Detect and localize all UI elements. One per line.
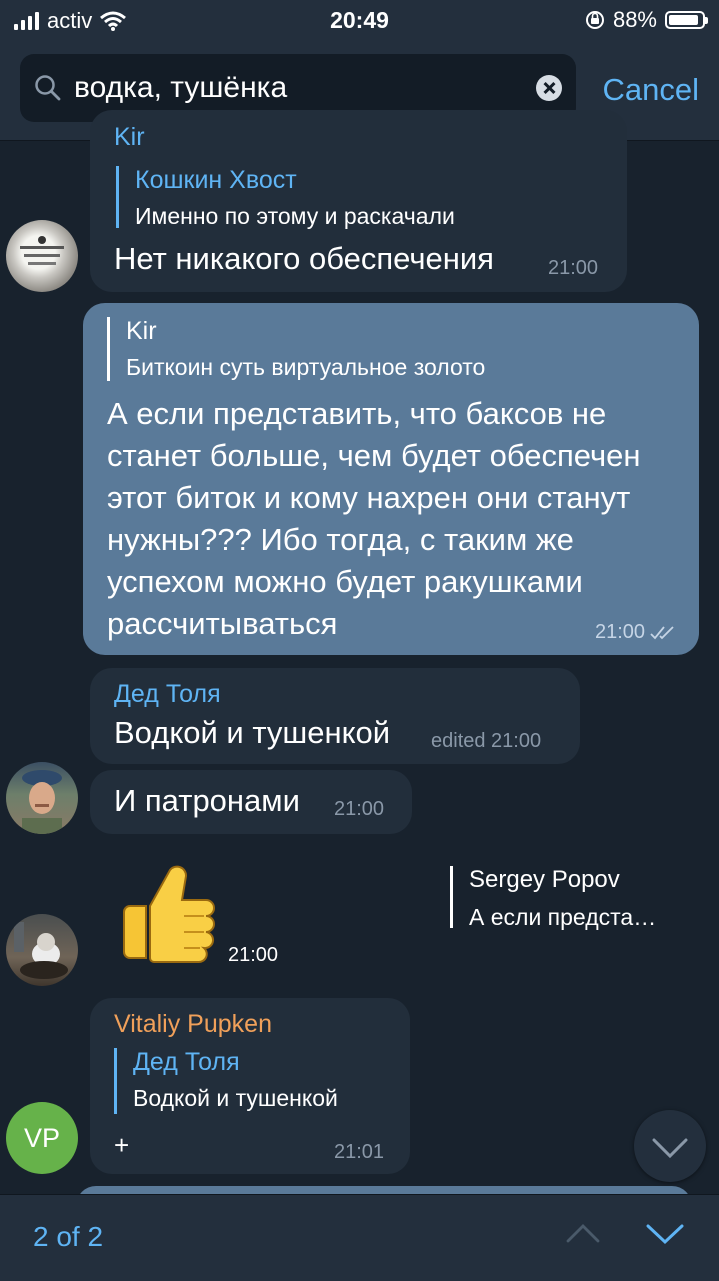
reply-author: Кошкин Хвост	[135, 166, 297, 194]
avatar[interactable]	[6, 914, 78, 986]
message-time: 21:00	[548, 257, 599, 279]
message-line: успехом можно будет ракушками	[107, 564, 583, 599]
search-query[interactable]: водка, тушёнка	[74, 71, 287, 105]
reply-text: Биткоин суть виртуальное золото	[126, 354, 486, 380]
previous-result-button[interactable]	[566, 1223, 600, 1243]
message-text: Нет никакого обеспечения	[114, 241, 494, 276]
clear-search-icon[interactable]	[536, 75, 562, 101]
sender-name: Kir	[114, 123, 145, 151]
message-text: +	[114, 1130, 130, 1160]
message-time: 21:00	[334, 798, 385, 820]
message-bubble[interactable]: Дед Толя Водкой и тушенкой edited 21:00	[90, 668, 580, 764]
message-time: 21:01	[334, 1141, 385, 1163]
message-time: 21:00	[228, 944, 279, 966]
search-result-counter: 2 of 2	[33, 1221, 104, 1252]
avatar[interactable]: VP	[6, 1102, 78, 1174]
reply-author: Kir	[126, 317, 157, 345]
message-line: рассчитываться	[107, 606, 338, 641]
sticker-reply-box[interactable]: Sergey Popov А если предста…	[450, 866, 719, 930]
message-line: нужны??? Ибо тогда, с таким же	[107, 522, 574, 557]
message-bubble[interactable]: Kir Кошкин Хвост Именно по этому и раска…	[90, 110, 627, 292]
search-icon	[35, 75, 61, 101]
reply-quote[interactable]: Кошкин Хвост Именно по этому и раскачали	[116, 166, 455, 229]
orientation-lock-icon	[585, 11, 604, 29]
avatar[interactable]	[6, 220, 78, 292]
message-bubble[interactable]: Vitaliy Pupken Дед Толя Водкой и тушенко…	[90, 998, 410, 1174]
reply-text: Именно по этому и раскачали	[135, 203, 455, 229]
message-meta: 21:00	[595, 621, 679, 644]
message-text: И патронами	[114, 783, 300, 818]
message-text: А если представить, что баксов не станет…	[107, 393, 641, 645]
message-line: А если представить, что баксов не	[107, 396, 607, 431]
message-line: станет больше, чем будет обеспечен	[107, 438, 641, 473]
outgoing-message-bubble[interactable]: Kir Биткоин суть виртуальное золото А ес…	[83, 303, 699, 655]
reply-author: Sergey Popov	[469, 866, 620, 893]
reply-text: А если предста…	[469, 904, 657, 930]
reply-author: Дед Толя	[133, 1048, 240, 1076]
message-time: edited 21:00	[431, 730, 542, 752]
thumbs-up-sticker-icon	[123, 865, 215, 964]
reply-quote[interactable]: Дед Толя Водкой и тушенкой	[114, 1048, 338, 1114]
status-bar: activ 20:49 88%	[0, 0, 719, 42]
message-bubble[interactable]: И патронами 21:00	[90, 770, 412, 834]
avatar-initials: VP	[23, 1122, 61, 1153]
chevron-down-icon	[652, 1138, 688, 1159]
battery-percent: 88%	[612, 7, 657, 32]
cancel-button[interactable]: Cancel	[603, 72, 700, 108]
search-results-bar: 2 of 2	[0, 1194, 719, 1281]
scroll-to-bottom-button[interactable]	[634, 1110, 706, 1182]
sender-name: Vitaliy Pupken	[114, 1010, 272, 1038]
battery-icon	[665, 11, 708, 29]
reply-quote[interactable]: Kir Биткоин суть виртуальное золото	[107, 317, 485, 381]
message-time: 21:00	[595, 621, 646, 643]
message-text: Водкой и тушенкой	[114, 715, 391, 750]
sticker-message[interactable]: 21:00 Sergey Popov А если предста…	[90, 860, 710, 970]
message-line: этот биток и кому нахрен они станут	[107, 480, 631, 515]
next-result-button[interactable]	[646, 1223, 684, 1245]
reply-text: Водкой и тушенкой	[133, 1085, 338, 1111]
double-check-icon	[650, 625, 674, 639]
sender-name: Дед Толя	[114, 680, 221, 708]
avatar[interactable]	[6, 762, 78, 834]
